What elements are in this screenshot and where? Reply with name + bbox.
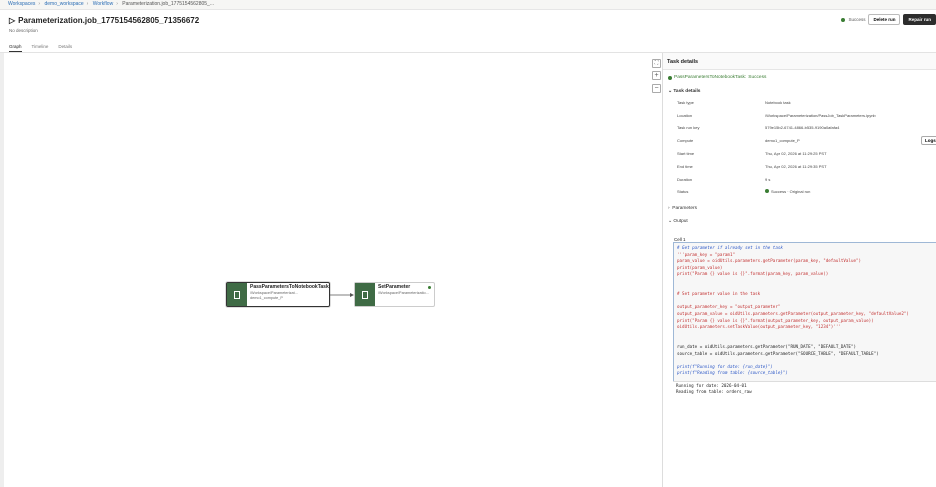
section-label: Task details [673, 89, 701, 94]
success-icon [841, 17, 846, 22]
detail-key: Duration [677, 177, 693, 182]
header: ▷ Parameterization.job_1775154562805_7135… [0, 10, 936, 40]
detail-value-text: Success · Original run [771, 189, 811, 194]
detail-value: 579e15b2-6741-4866-b535-9190a0afafa4 [765, 125, 839, 130]
repair-run-button[interactable]: Repair run [903, 14, 936, 25]
description: No description [9, 28, 38, 33]
code-line: source_table = oidUtils.parameters.getPa… [677, 350, 879, 356]
output-section[interactable]: ⌄ Output [668, 219, 688, 224]
tabs: Graph Timeline Details [0, 40, 936, 53]
detail-value-text: Thu, Apr 02, 2026 at 11:29:35 PST [765, 164, 827, 169]
code-line: print("Param {} value is {}".format(outp… [677, 317, 874, 323]
code-line: oidUtils.parameters.setTaskValue(output_… [677, 324, 841, 330]
task-node-path: /Workspace/Parameterizatio... [378, 290, 429, 295]
tab-graph[interactable]: Graph [9, 40, 22, 52]
task-name: PassParametersToNotebookTask: [674, 75, 747, 80]
page-title: Parameterization.job_1775154562805_71356… [18, 16, 200, 25]
code-cell: # Get parameter if already set in the ta… [673, 242, 936, 394]
breadcrumb-workspaces[interactable]: Workspaces [8, 1, 35, 7]
detail-value: Thu, Apr 02, 2026 at 11:29:35 PST [765, 164, 827, 169]
detail-key: End time [677, 164, 693, 169]
detail-value: demo1_compute_P [765, 138, 800, 143]
code-line: output_parameter_key = "output_parameter… [677, 304, 781, 310]
code-line: # Set parameter value in the task [677, 291, 761, 297]
task-status: Success [748, 75, 767, 80]
zoom-out-icon[interactable]: − [652, 84, 661, 93]
job-icon: ▷ [9, 16, 16, 25]
success-icon [668, 75, 672, 80]
detail-key: Status [677, 189, 689, 194]
code-line: # Get parameter if already set in the ta… [677, 245, 783, 250]
breadcrumb-workflow[interactable]: Workflow [93, 1, 113, 7]
parameters-section[interactable]: › Parameters [668, 206, 697, 211]
detail-key: Location [677, 113, 693, 118]
logs-button[interactable]: Logs [921, 136, 936, 145]
status-badge: Success [848, 17, 866, 22]
section-label: Parameters [672, 206, 698, 211]
graph-canvas[interactable]: ⛶ + − PassParametersToNotebookTask /Work… [0, 53, 662, 487]
code-line: print(f"Reading from table: {source_tabl… [677, 370, 788, 376]
task-details-section[interactable]: ⌄ Task details [668, 89, 700, 94]
detail-value: Notebook task [765, 100, 791, 105]
breadcrumb-current: Parameterization.job_1775154562805_... [122, 1, 215, 7]
output-line: Reading from table: orders_raw [676, 389, 752, 394]
detail-value: Success · Original run [765, 189, 810, 194]
cell-output: Running for date: 2026-04-01 Reading from… [673, 381, 936, 394]
code-line: print(param_value) [677, 264, 723, 270]
section-label: Output [673, 219, 688, 224]
task-node-compute: demo1_compute_P [250, 296, 283, 300]
dependency-arrow [330, 293, 354, 297]
breadcrumb: Workspaces › demo_workspace › Workflow › Pa… [0, 0, 936, 10]
delete-run-button[interactable]: Delete run [868, 14, 901, 25]
tab-timeline[interactable]: Timeline [32, 40, 49, 52]
zoom-in-icon[interactable]: + [652, 71, 661, 80]
code-line: run_date = oidUtils.parameters.getParame… [677, 343, 856, 349]
detail-key: Start time [677, 151, 695, 156]
task-details-panel: Task details PassParametersToNotebookTas… [662, 53, 936, 487]
detail-value-text: /Workspace/Parameterization/PassJob_Task… [765, 113, 876, 118]
task-node-name: PassParametersToNotebookTask [250, 284, 329, 290]
detail-key: Task type [677, 100, 694, 105]
detail-value-text: 9 s [765, 177, 771, 182]
success-icon [765, 189, 769, 193]
detail-value-text: Notebook task [765, 100, 791, 105]
code-line: print(f"Running for date: {run_date}") [677, 363, 773, 369]
tab-details[interactable]: Details [58, 40, 72, 52]
code-line: param_value = oidUtils.parameters.getPar… [677, 258, 862, 264]
detail-value-text: 579e15b2-6741-4866-b535-9190a0afafa4 [765, 125, 840, 130]
success-icon [428, 286, 431, 289]
task-node-name: SetParameter [378, 284, 411, 290]
fit-view-icon[interactable]: ⛶ [652, 59, 661, 68]
detail-key: Task run key [677, 125, 700, 130]
detail-key: Compute [677, 138, 694, 143]
detail-value: Thu, Apr 02, 2026 at 11:29:25 PST [765, 151, 827, 156]
task-node[interactable]: SetParameter /Workspace/Parameterizatio.… [354, 282, 435, 307]
code-line: '''param_key = "param1" [677, 251, 735, 257]
notebook-icon [355, 283, 375, 306]
task-node-path: /Workspace/Parameterizat... [250, 290, 298, 295]
task-node[interactable]: PassParametersToNotebookTask /Workspace/… [226, 282, 330, 307]
detail-value: /Workspace/Parameterization/PassJob_Task… [765, 113, 876, 118]
code-line: print("Param {} value is {}".format(para… [677, 271, 829, 277]
detail-value-text: demo1_compute_P [765, 138, 800, 143]
code-line: output_param_value = oidUtils.parameters… [677, 310, 909, 316]
panel-title: Task details [663, 53, 936, 70]
detail-value-text: Thu, Apr 02, 2026 at 11:29:25 PST [765, 151, 827, 156]
breadcrumb-workspace[interactable]: demo_workspace [44, 1, 83, 7]
notebook-icon [227, 283, 247, 306]
detail-value: 9 s [765, 177, 770, 182]
